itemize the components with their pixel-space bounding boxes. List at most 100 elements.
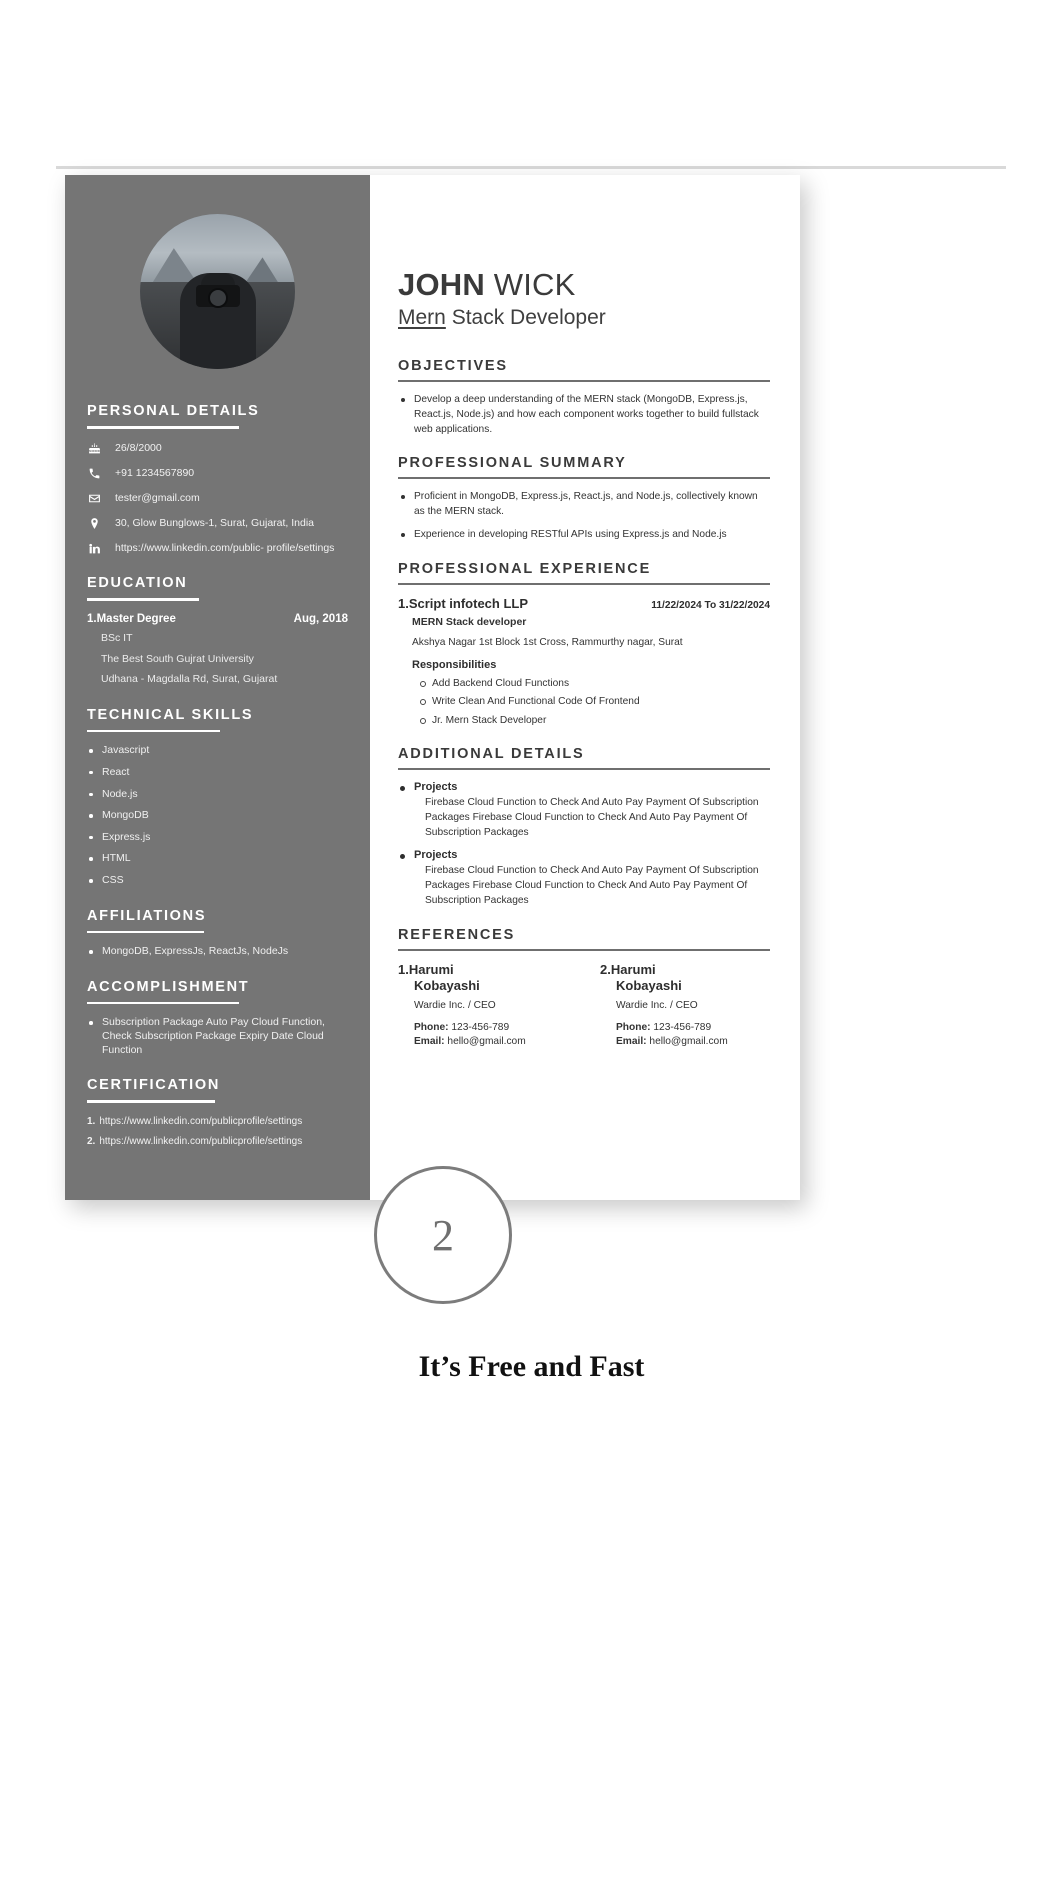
- heading-underline: [87, 729, 220, 733]
- experience-entry-header: 1.Script infotech LLP 11/22/2024 To 31/2…: [398, 596, 770, 611]
- list-item: Develop a deep understanding of the MERN…: [398, 393, 770, 437]
- section-affiliations: AFFILIATIONS MongoDB, ExpressJs, ReactJs…: [87, 908, 348, 959]
- project-entry: Projects Firebase Cloud Function to Chec…: [398, 781, 770, 840]
- heading-underline: [398, 477, 770, 480]
- heading-underline: [398, 380, 770, 382]
- contact-row-phone: +91 1234567890: [87, 466, 348, 480]
- education-address: Udhana - Magdalla Rd, Surat, Gujarat: [101, 673, 278, 686]
- heading-underline: [87, 1001, 239, 1005]
- phone-label: Phone:: [616, 1022, 651, 1034]
- experience-entry: 1.Script infotech LLP 11/22/2024 To 31/2…: [398, 596, 770, 728]
- section-heading: OBJECTIVES: [398, 358, 508, 374]
- heading-underline: [87, 930, 204, 934]
- last-name-spacer: [485, 267, 494, 302]
- responsibilities-list: Add Backend Cloud Functions Write Clean …: [418, 677, 770, 728]
- project-title: Projects: [398, 781, 770, 793]
- linkedin-icon: [87, 541, 102, 555]
- list-item: React: [87, 766, 348, 780]
- reference-name-line2: Kobayashi: [414, 977, 480, 993]
- email-label: Email:: [616, 1036, 647, 1048]
- reference-number: 1.: [398, 961, 409, 977]
- resume-preview-page: PERSONAL DETAILS 26/8/2000 +91 123456789…: [0, 0, 1063, 1890]
- education-entry-header: 1.Master Degree Aug, 2018: [87, 613, 348, 625]
- section-accomplishment: ACCOMPLISHMENT Subscription Package Auto…: [87, 979, 348, 1057]
- email-value: hello@gmail.com: [646, 1036, 728, 1048]
- section-objectives: OBJECTIVES Develop a deep understanding …: [398, 358, 770, 437]
- avatar: [140, 214, 295, 369]
- contact-row-linkedin: https://www.linkedin.com/public- profile…: [87, 541, 348, 555]
- experience-company: 1.Script infotech LLP: [398, 595, 529, 611]
- list-item: Proficient in MongoDB, Express.js, React…: [398, 490, 770, 520]
- contact-row-email: tester@gmail.com: [87, 491, 348, 505]
- reference-email: Email: hello@gmail.com: [616, 1036, 770, 1047]
- email-value: tester@gmail.com: [115, 491, 200, 504]
- linkedin-value: https://www.linkedin.com/public- profile…: [115, 542, 335, 555]
- certification-number: 1.: [87, 1115, 96, 1127]
- education-date: Aug, 2018: [293, 612, 348, 625]
- top-divider: [56, 166, 1006, 169]
- section-education: EDUCATION 1.Master Degree Aug, 2018 BSc …: [87, 575, 348, 686]
- reference-contact: Phone: 123-456-789 Email: hello@gmail.co…: [414, 1022, 568, 1047]
- section-heading: ACCOMPLISHMENT: [87, 978, 250, 995]
- section-professional-experience: PROFESSIONAL EXPERIENCE 1.Script infotec…: [398, 561, 770, 728]
- phone-label: Phone:: [414, 1022, 449, 1034]
- phone-icon: [87, 466, 102, 480]
- resume-sheet: PERSONAL DETAILS 26/8/2000 +91 123456789…: [65, 175, 800, 1200]
- reference-contact: Phone: 123-456-789 Email: hello@gmail.co…: [616, 1022, 770, 1047]
- section-references: REFERENCES 1.Harumi Kobayashi Wardie Inc…: [398, 927, 770, 1051]
- section-heading: PROFESSIONAL SUMMARY: [398, 455, 627, 472]
- project-title: Projects: [398, 849, 770, 861]
- address-value: 30, Glow Bunglows-1, Surat, Gujarat, Ind…: [115, 517, 315, 530]
- section-certification: CERTIFICATION 1. https://www.linkedin.co…: [87, 1077, 348, 1148]
- list-item: 1. https://www.linkedin.com/publicprofil…: [87, 1115, 348, 1128]
- email-value: hello@gmail.com: [444, 1036, 526, 1048]
- reference-name: 2.Harumi Kobayashi: [600, 961, 682, 993]
- section-heading: PERSONAL DETAILS: [87, 403, 260, 419]
- reference-number: 2.: [600, 961, 611, 977]
- role-rest: Stack Developer: [445, 306, 606, 329]
- heading-underline: [87, 426, 239, 429]
- list-item: Write Clean And Functional Code Of Front…: [418, 695, 770, 709]
- project-description: Firebase Cloud Function to Check And Aut…: [425, 865, 759, 906]
- job-role-subtitle: Mern Stack Developer: [398, 306, 770, 330]
- reference-phone: Phone: 123-456-789: [616, 1022, 770, 1033]
- certification-link[interactable]: https://www.linkedin.com/publicprofile/s…: [99, 1135, 302, 1148]
- education-institution: The Best South Gujrat University: [101, 652, 254, 665]
- section-additional-details: ADDITIONAL DETAILS Projects Firebase Clo…: [398, 746, 770, 909]
- education-field: BSc IT: [101, 631, 133, 644]
- section-heading: TECHNICAL SKILLS: [87, 706, 254, 723]
- affiliations-list: MongoDB, ExpressJs, ReactJs, NodeJs: [87, 945, 348, 959]
- certification-link[interactable]: https://www.linkedin.com/publicprofile/s…: [99, 1115, 302, 1128]
- reference-email: Email: hello@gmail.com: [414, 1036, 568, 1047]
- skills-list: Javascript React Node.js MongoDB Express…: [87, 744, 348, 887]
- project-description: Firebase Cloud Function to Check And Aut…: [425, 796, 759, 838]
- reference-entry: 2.Harumi Kobayashi Wardie Inc. / CEO Pho…: [600, 962, 770, 1051]
- summary-list: Proficient in MongoDB, Express.js, React…: [398, 490, 770, 542]
- resume-sidebar: PERSONAL DETAILS 26/8/2000 +91 123456789…: [65, 175, 370, 1200]
- reference-company-role: Wardie Inc. / CEO: [414, 1000, 496, 1012]
- list-item: Experience in developing RESTful APIs us…: [398, 528, 770, 543]
- email-label: Email:: [414, 1036, 445, 1048]
- certification-list: 1. https://www.linkedin.com/publicprofil…: [87, 1115, 348, 1148]
- experience-number: 1.: [398, 595, 409, 611]
- page-number-badge: 2: [374, 1166, 512, 1304]
- contact-row-birthdate: 26/8/2000: [87, 441, 348, 455]
- list-item: 2. https://www.linkedin.com/publicprofil…: [87, 1135, 348, 1148]
- heading-underline: [87, 598, 199, 601]
- tagline: It’s Free and Fast: [418, 1350, 645, 1383]
- education-number: 1.: [87, 612, 97, 625]
- profile-photo-container: [87, 214, 348, 369]
- contact-row-address: 30, Glow Bunglows-1, Surat, Gujarat, Ind…: [87, 516, 348, 530]
- education-degree: 1.Master Degree: [87, 612, 176, 625]
- reference-entry: 1.Harumi Kobayashi Wardie Inc. / CEO Pho…: [398, 962, 568, 1051]
- experience-role: MERN Stack developer: [412, 615, 527, 628]
- certification-number: 2.: [87, 1135, 96, 1147]
- project-entry: Projects Firebase Cloud Function to Chec…: [398, 849, 770, 908]
- experience-dates: 11/22/2024 To 31/22/2024: [651, 599, 770, 611]
- list-item: Express.js: [87, 831, 348, 845]
- section-personal-details: PERSONAL DETAILS 26/8/2000 +91 123456789…: [87, 403, 348, 555]
- camera-icon: [195, 285, 240, 307]
- heading-underline: [398, 767, 770, 770]
- page-title: JOHN WICK: [398, 267, 770, 303]
- section-heading: ADDITIONAL DETAILS: [398, 745, 585, 762]
